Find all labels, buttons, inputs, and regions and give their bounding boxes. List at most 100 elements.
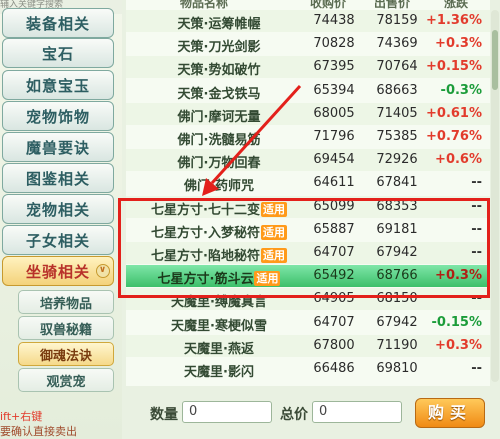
category-label: 魔兽要诀 <box>25 138 90 157</box>
table-row[interactable]: 天魔里·影闪 66486 69810 -- <box>126 358 490 380</box>
table-row[interactable]: 佛门·药师咒 64611 67841 -- <box>126 172 490 194</box>
item-name: 天魔里·寒梗似雪 <box>134 315 304 334</box>
buy-price: 66486 <box>313 361 355 376</box>
item-name-text: 天魔里·寒梗似雪 <box>171 318 267 334</box>
category-jade[interactable]: 如意宝玉 <box>2 70 114 100</box>
item-name-text: 佛门·摩诃无量 <box>177 109 261 125</box>
item-name: 七星方寸·陷地秘符 适用 <box>134 245 304 264</box>
item-name-text: 七星方寸·七十二变 <box>151 202 260 218</box>
scrollbar-thumb[interactable] <box>492 30 498 90</box>
buy-button[interactable]: 购买 <box>415 398 485 428</box>
purchase-bar: 数量 0 总价 0 购买 <box>122 386 500 439</box>
price-change: -- <box>471 245 482 260</box>
item-name: 七星方寸·筋斗云 适用 <box>134 268 304 287</box>
table-row[interactable]: 天魔里·燕返 67800 71190 +0.3% <box>126 334 490 357</box>
total-price-field: 0 <box>312 401 402 423</box>
category-label: 宝石 <box>41 44 74 63</box>
subcategory-label: 观赏宠 <box>46 374 86 390</box>
item-name-text: 天魔里·燕返 <box>184 341 254 357</box>
category-beast-skill[interactable]: 魔兽要诀 <box>2 132 114 162</box>
subcategory-display-pet[interactable]: 观赏宠 <box>18 368 114 392</box>
sell-price: 68663 <box>376 82 418 98</box>
table-row[interactable]: 天策·运筹帷幄 74438 78159 +1.36% <box>126 10 490 32</box>
item-name: 天策·势如破竹 <box>134 59 304 78</box>
category-label: 如意宝玉 <box>25 76 90 95</box>
item-name-text: 天策·金戈铁马 <box>177 86 261 102</box>
subcategory-label: 培养物品 <box>39 296 92 312</box>
price-change: -- <box>471 221 482 237</box>
table-row[interactable]: 佛门·万物回春 69454 72926 +0.6% <box>126 149 490 172</box>
item-name-text: 天策·刀光剑影 <box>177 40 261 56</box>
price-change: -- <box>471 198 482 214</box>
price-change: +0.76% <box>426 129 482 144</box>
table-row[interactable]: 天魔里·缚魔真言 64905 68150 -- <box>126 288 490 311</box>
item-name: 佛门·药师咒 <box>134 175 304 194</box>
sell-price: 70764 <box>376 59 418 75</box>
category-pet[interactable]: 宠物相关 <box>2 194 114 224</box>
price-change: -- <box>471 361 482 376</box>
table-row[interactable]: 七星方寸·七十二变 适用 65099 68353 -- <box>126 195 490 218</box>
table-row[interactable]: 天策·刀光剑影 70828 74369 +0.3% <box>126 33 490 55</box>
category-gem[interactable]: 宝石 <box>2 38 114 68</box>
buy-price: 64707 <box>313 245 355 260</box>
category-children[interactable]: 子女相关 <box>2 225 114 255</box>
table-row[interactable]: 天魔里·寒梗似雪 64707 67942 -0.15% <box>126 312 490 334</box>
category-mount[interactable]: 坐骑相关 ∨ <box>2 256 114 286</box>
item-name-text: 佛门·万物回春 <box>177 156 261 172</box>
table-row[interactable]: 七星方寸·陷地秘符 适用 64707 67942 -- <box>126 242 490 264</box>
sell-hint: 要确认直接卖出 <box>0 425 77 438</box>
subcategory-cultivation[interactable]: 培养物品 <box>18 290 114 314</box>
subcategory-taming-manual[interactable]: 驭兽秘籍 <box>18 316 114 340</box>
table-row[interactable]: 佛门·摩诃无量 68005 71405 +0.61% <box>126 102 490 125</box>
category-label: 宠物饰物 <box>25 107 90 126</box>
category-illustration[interactable]: 图鉴相关 <box>2 163 114 193</box>
sell-price: 75385 <box>376 129 418 144</box>
sell-price: 71405 <box>376 105 418 121</box>
table-header: 物品名称 收购价 出售价 涨跌 <box>126 0 490 10</box>
sell-price: 71190 <box>376 337 418 353</box>
buy-price: 65099 <box>313 198 355 214</box>
category-label: 装备相关 <box>25 14 90 33</box>
price-change: -- <box>471 175 482 191</box>
subcategory-label: 驭兽秘籍 <box>39 322 92 338</box>
table-row[interactable]: 佛门·洗髓易筋 71796 75385 +0.76% <box>126 126 490 148</box>
item-name: 天魔里·影闪 <box>134 361 304 380</box>
sell-price: 69810 <box>376 361 418 376</box>
total-label: 总价 <box>280 407 308 423</box>
table-row[interactable]: 天策·金戈铁马 65394 68663 -0.3% <box>126 80 490 102</box>
category-pet-ornament[interactable]: 宠物饰物 <box>2 101 114 131</box>
price-change: +0.6% <box>435 152 482 168</box>
sell-price: 67942 <box>376 314 418 330</box>
item-name-text: 七星方寸·筋斗云 <box>157 272 254 288</box>
table-scrollbar[interactable] <box>491 10 499 382</box>
item-name-text: 佛门·洗髓易筋 <box>177 133 261 148</box>
item-name: 佛门·洗髓易筋 <box>134 129 304 148</box>
item-name: 天魔里·燕返 <box>134 338 304 357</box>
sell-price: 78159 <box>376 13 418 28</box>
category-equipment[interactable]: 装备相关 <box>2 8 114 38</box>
table-row[interactable]: 七星方寸·入梦秘符 适用 65887 69181 -- <box>126 219 490 241</box>
buy-price: 64707 <box>313 314 355 330</box>
sell-price: 67942 <box>376 245 418 260</box>
buy-price: 71796 <box>313 129 355 144</box>
sell-price: 72926 <box>376 152 418 168</box>
buy-price: 65492 <box>313 268 355 284</box>
price-change: +1.36% <box>426 13 482 28</box>
subcategory-soul-art[interactable]: 御魂法诀 <box>18 342 114 366</box>
item-name-text: 七星方寸·陷地秘符 <box>151 249 260 264</box>
item-name: 七星方寸·入梦秘符 适用 <box>134 222 304 241</box>
sell-price: 68353 <box>376 198 418 214</box>
usable-badge: 适用 <box>260 224 287 240</box>
quantity-input[interactable]: 0 <box>182 401 272 423</box>
table-row[interactable]: 七星方寸·筋斗云 适用 65492 68766 +0.3% <box>126 265 490 288</box>
category-label: 子女相关 <box>25 231 90 250</box>
item-name: 天策·金戈铁马 <box>134 83 304 102</box>
buy-price: 65394 <box>313 82 355 98</box>
item-name: 佛门·摩诃无量 <box>134 106 304 125</box>
category-label: 宠物相关 <box>25 200 90 219</box>
price-change: +0.3% <box>435 36 482 52</box>
category-sidebar: 辅入关键字搜索 装备相关 宝石 如意宝玉 宠物饰物 魔兽要诀 图鉴相关 宠物相关… <box>0 0 122 439</box>
price-change: -0.15% <box>431 314 483 330</box>
table-row[interactable]: 天策·势如破竹 67395 70764 +0.15% <box>126 56 490 79</box>
item-name-text: 天策·运筹帷幄 <box>177 17 261 32</box>
